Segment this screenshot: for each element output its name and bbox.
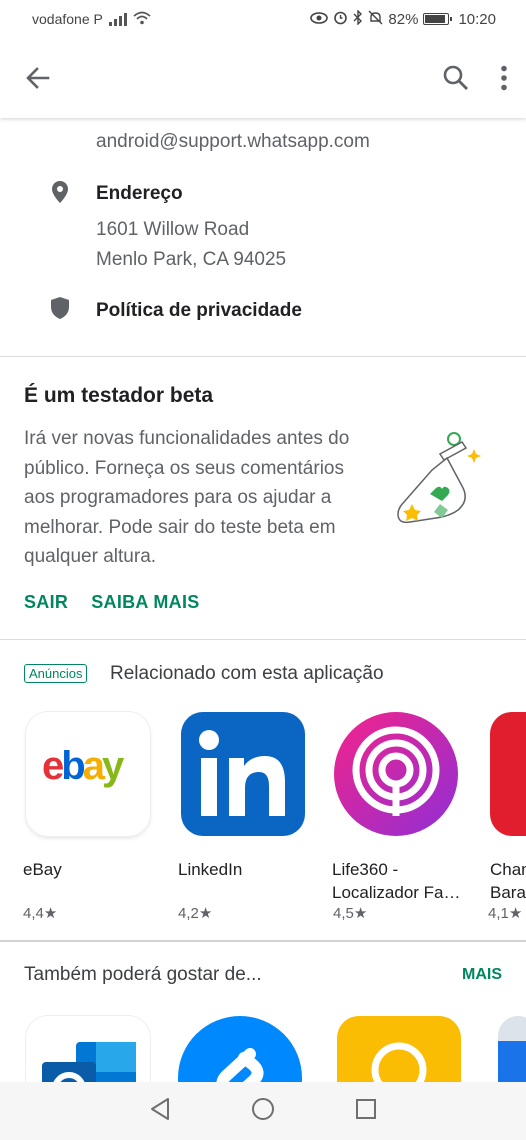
app-icon-yellow[interactable] [337, 1016, 461, 1082]
app-card-linkedin[interactable]: LinkedIn [178, 712, 321, 881]
outlook-icon[interactable] [26, 1016, 150, 1082]
also-like-title[interactable]: Também poderá gostar de... [24, 964, 262, 986]
recents-square-icon[interactable] [355, 1098, 377, 1125]
app-card-life360[interactable]: Life360 - Localizador Fa… [332, 712, 474, 904]
app-name: Chan Barat [490, 860, 526, 902]
home-circle-icon[interactable] [251, 1097, 275, 1126]
address-line2: Menlo Park, CA 94025 [96, 249, 287, 270]
more-vert-icon[interactable] [500, 65, 508, 91]
app-name: LinkedIn [178, 860, 243, 879]
address-line1: 1601 Willow Road [96, 219, 250, 240]
status-left: vodafone P [32, 11, 151, 28]
divider [0, 356, 526, 357]
battery-icon [423, 13, 453, 25]
wifi-icon [133, 11, 151, 28]
content-scroll[interactable]: android@support.whatsapp.com Endereço 16… [0, 118, 526, 1082]
battery-percent: 82% [388, 10, 419, 28]
beta-body: Irá ver novas funcionalidades antes do p… [24, 428, 350, 567]
shield-icon [50, 296, 70, 325]
app-card-partial[interactable]: Chan Barat [490, 712, 526, 904]
privacy-policy-link[interactable]: Política de privacidade [96, 300, 526, 322]
address-label: Endereço [96, 183, 183, 204]
clock: 10:20 [458, 10, 496, 28]
bluetooth-icon [353, 8, 363, 29]
learn-more-button[interactable]: SAIBA MAIS [91, 592, 199, 613]
app-rating: 4,5★ [333, 905, 368, 922]
divider [0, 639, 526, 640]
status-right: 82% 10:20 [310, 8, 496, 29]
app-icon-partial [490, 712, 526, 836]
beta-actions: SAIR SAIBA MAIS [24, 592, 200, 613]
beta-title: É um testador beta [24, 384, 214, 407]
signal-icon [108, 12, 127, 26]
search-icon[interactable] [442, 64, 470, 92]
beta-flask-illustration [392, 428, 482, 558]
app-rating: 4,1★ [488, 905, 523, 922]
app-card-ebay[interactable]: ebay eBay [23, 712, 166, 881]
system-nav-bar [0, 1082, 526, 1140]
ads-badge: Anúncios [24, 664, 88, 683]
app-name: eBay [23, 860, 62, 879]
eye-icon [310, 11, 329, 28]
location-pin-icon [51, 180, 69, 209]
back-arrow-icon[interactable] [24, 64, 52, 92]
leave-beta-button[interactable]: SAIR [24, 592, 68, 613]
back-triangle-icon[interactable] [149, 1097, 171, 1126]
app-name: Life360 - Localizador Fa… [332, 860, 461, 902]
ebay-icon: ebay [26, 712, 150, 836]
status-bar: vodafone P 82% 10:20 [0, 0, 526, 38]
developer-email[interactable]: android@support.whatsapp.com [96, 131, 526, 153]
app-rating: 4,4★ [23, 905, 58, 922]
alarm-icon [333, 10, 348, 29]
related-section-title[interactable]: Relacionado com esta aplicação [110, 663, 384, 685]
mute-icon [368, 10, 383, 29]
shazam-icon[interactable] [178, 1016, 302, 1082]
more-button[interactable]: MAIS [462, 966, 502, 984]
divider [0, 940, 526, 942]
app-rating: 4,2★ [178, 905, 213, 922]
linkedin-icon [181, 712, 305, 836]
app-bar [0, 38, 526, 118]
life360-icon [334, 712, 458, 836]
carrier-label: vodafone P [32, 11, 103, 27]
app-icon-partial-2[interactable] [498, 1016, 526, 1082]
